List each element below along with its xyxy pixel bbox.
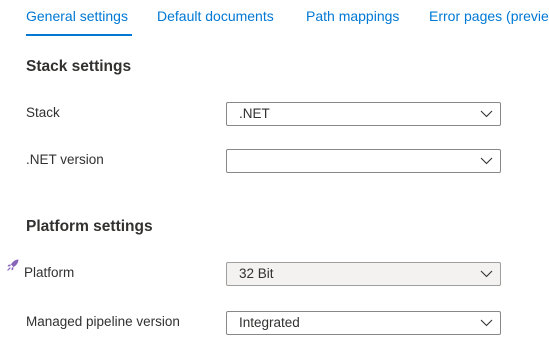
settings-page: General settings Default documents Path …	[0, 0, 549, 346]
stack-settings-title: Stack settings	[26, 58, 132, 75]
tab-bar: General settings Default documents Path …	[0, 0, 549, 38]
stack-label: Stack	[26, 105, 60, 120]
chevron-down-icon	[480, 270, 493, 278]
platform-label: Platform	[24, 265, 75, 280]
platform-dropdown-value: 32 Bit	[239, 266, 274, 281]
net-version-label: .NET version	[26, 152, 104, 167]
net-version-dropdown[interactable]	[226, 149, 501, 173]
stack-dropdown[interactable]: .NET	[226, 102, 501, 126]
rocket-icon	[7, 259, 19, 271]
tab-default-documents[interactable]: Default documents	[157, 7, 274, 25]
tab-general-settings[interactable]: General settings	[26, 7, 128, 25]
tab-error-pages[interactable]: Error pages (preview	[429, 7, 549, 25]
platform-settings-title: Platform settings	[26, 218, 153, 235]
pipeline-dropdown-value: Integrated	[239, 315, 300, 330]
chevron-down-icon	[480, 157, 493, 165]
chevron-down-icon	[480, 319, 493, 327]
tab-path-mappings[interactable]: Path mappings	[306, 7, 399, 25]
tab-selected-indicator	[26, 34, 132, 36]
stack-dropdown-value: .NET	[239, 106, 270, 121]
pipeline-dropdown[interactable]: Integrated	[226, 311, 501, 335]
platform-dropdown[interactable]: 32 Bit	[226, 262, 501, 286]
pipeline-label: Managed pipeline version	[26, 314, 180, 329]
chevron-down-icon	[480, 110, 493, 118]
